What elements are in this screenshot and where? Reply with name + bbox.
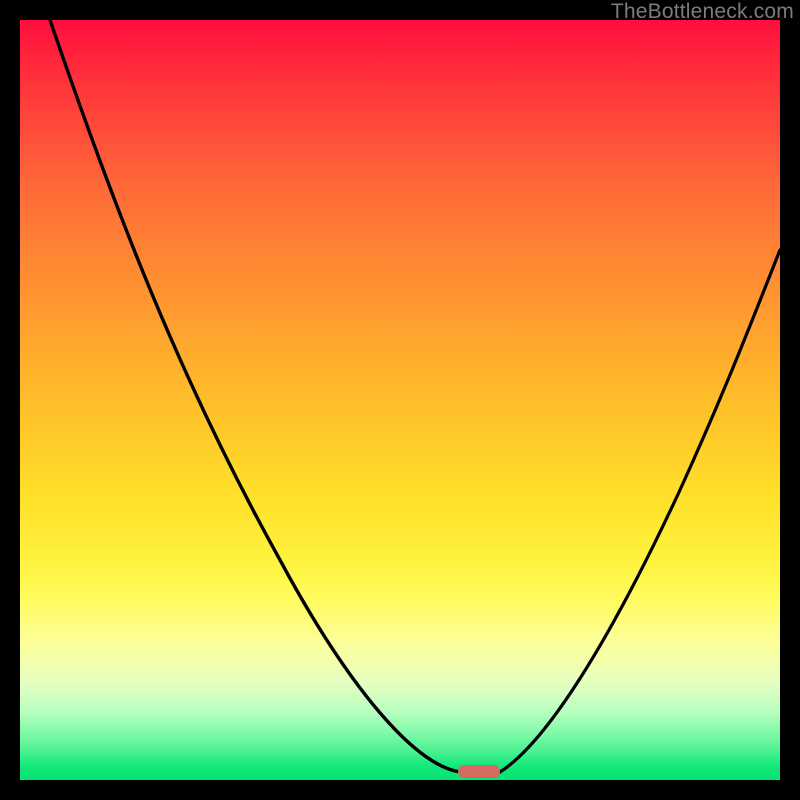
plot-area [20,20,780,780]
chart-frame: TheBottleneck.com [0,0,800,800]
optimal-marker [458,765,500,778]
watermark-text: TheBottleneck.com [611,0,794,24]
bottleneck-curve [20,20,780,780]
